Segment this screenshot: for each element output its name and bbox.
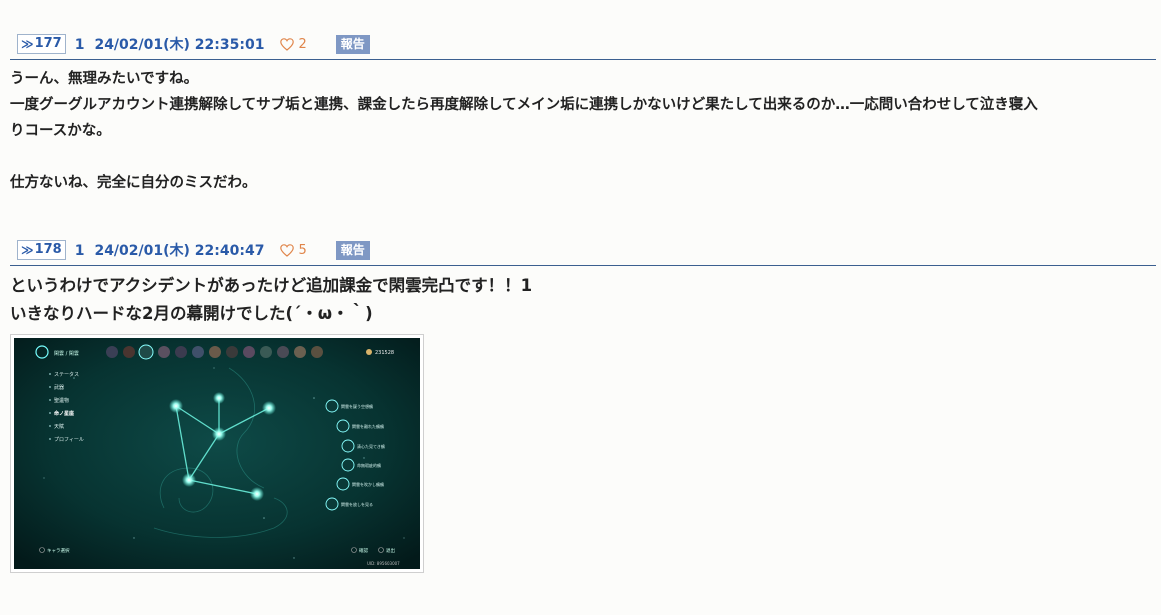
svg-text:武器: 武器: [54, 384, 64, 391]
svg-text:ステータス: ステータス: [54, 371, 79, 378]
game-screenshot-thumbnail: 閑雲 / 閑雲 231528 ステータス 武器 聖遺物 命ノ星座 天賦 プロフィ…: [14, 338, 420, 569]
svg-text:退出: 退出: [386, 547, 395, 554]
user-number: 1: [74, 243, 85, 259]
coin-icon: [366, 349, 372, 355]
post-datetime: 24/02/01(木) 22:40:47: [94, 243, 265, 259]
svg-text:閑雲を吹かし鶴鶴: 閑雲を吹かし鶴鶴: [352, 481, 384, 487]
double-chevron-icon: ≫: [21, 243, 34, 257]
user-number: 1: [74, 37, 85, 53]
post-datetime: 24/02/01(木) 22:35:01: [94, 37, 265, 53]
screenshot-breadcrumb: 閑雲 / 閑雲: [54, 351, 79, 357]
screenshot-currency: 231528: [375, 350, 394, 356]
anchor-link[interactable]: ≫ 177: [17, 34, 66, 54]
svg-text:清心た見てき鶴: 清心た見てき鶴: [357, 443, 385, 449]
like-count: 2: [298, 36, 307, 52]
anchor-link[interactable]: ≫ 178: [17, 240, 66, 260]
post-header: ≫ 178 1 24/02/01(木) 22:40:47 5 報告: [10, 238, 1156, 266]
report-button[interactable]: 報告: [335, 240, 370, 260]
post-178: ≫ 178 1 24/02/01(木) 22:40:47 5 報告 というわけでアク…: [10, 238, 1156, 573]
svg-text:天賦: 天賦: [54, 423, 64, 430]
svg-text:確認: 確認: [359, 547, 368, 554]
svg-text:命ノ星座: 命ノ星座: [53, 410, 74, 417]
svg-text:UID: 895603007: UID: 895603007: [367, 561, 400, 566]
svg-text:キャラ選択: キャラ選択: [47, 547, 70, 554]
attached-image[interactable]: 閑雲 / 閑雲 231528 ステータス 武器 聖遺物 命ノ星座 天賦 プロフィ…: [10, 334, 424, 573]
post-header: ≫ 177 1 24/02/01(木) 22:35:01 2 報告: [10, 32, 1156, 60]
svg-text:聖遺物: 聖遺物: [54, 397, 69, 404]
post-body: うーん、無理みたいですね。 一度グーグルアカウント連携解除してサブ垢と連携、課金…: [10, 71, 1038, 191]
post-177: ≫ 177 1 24/02/01(木) 22:35:01 2 報告 うーん、無理みた…: [10, 32, 1156, 196]
svg-text:閑雲を離れた鶴鶴: 閑雲を離れた鶴鶴: [352, 423, 384, 429]
like-button[interactable]: 5: [280, 242, 307, 258]
post-body: というわけでアクシデントがあったけど追加課金で閑雲完凸です！！1 いきなりハード…: [10, 276, 533, 323]
post-meta: 1 24/02/01(木) 22:40:47: [75, 240, 265, 260]
like-count: 5: [298, 242, 307, 258]
post-number: 178: [34, 242, 62, 257]
svg-text:閑雲を放しを見る: 閑雲を放しを見る: [341, 501, 373, 507]
heart-icon: [280, 243, 295, 257]
like-button[interactable]: 2: [280, 36, 307, 52]
post-meta: 1 24/02/01(木) 22:35:01: [75, 34, 265, 54]
double-chevron-icon: ≫: [21, 37, 34, 51]
heart-icon: [280, 37, 295, 51]
svg-text:閑雲を疑う空想鶴: 閑雲を疑う空想鶴: [341, 403, 373, 409]
svg-text:プロフィール: プロフィール: [54, 437, 84, 443]
svg-text:命無瑕疵的鶴: 命無瑕疵的鶴: [357, 462, 381, 468]
report-button[interactable]: 報告: [335, 34, 370, 54]
post-number: 177: [34, 36, 62, 51]
